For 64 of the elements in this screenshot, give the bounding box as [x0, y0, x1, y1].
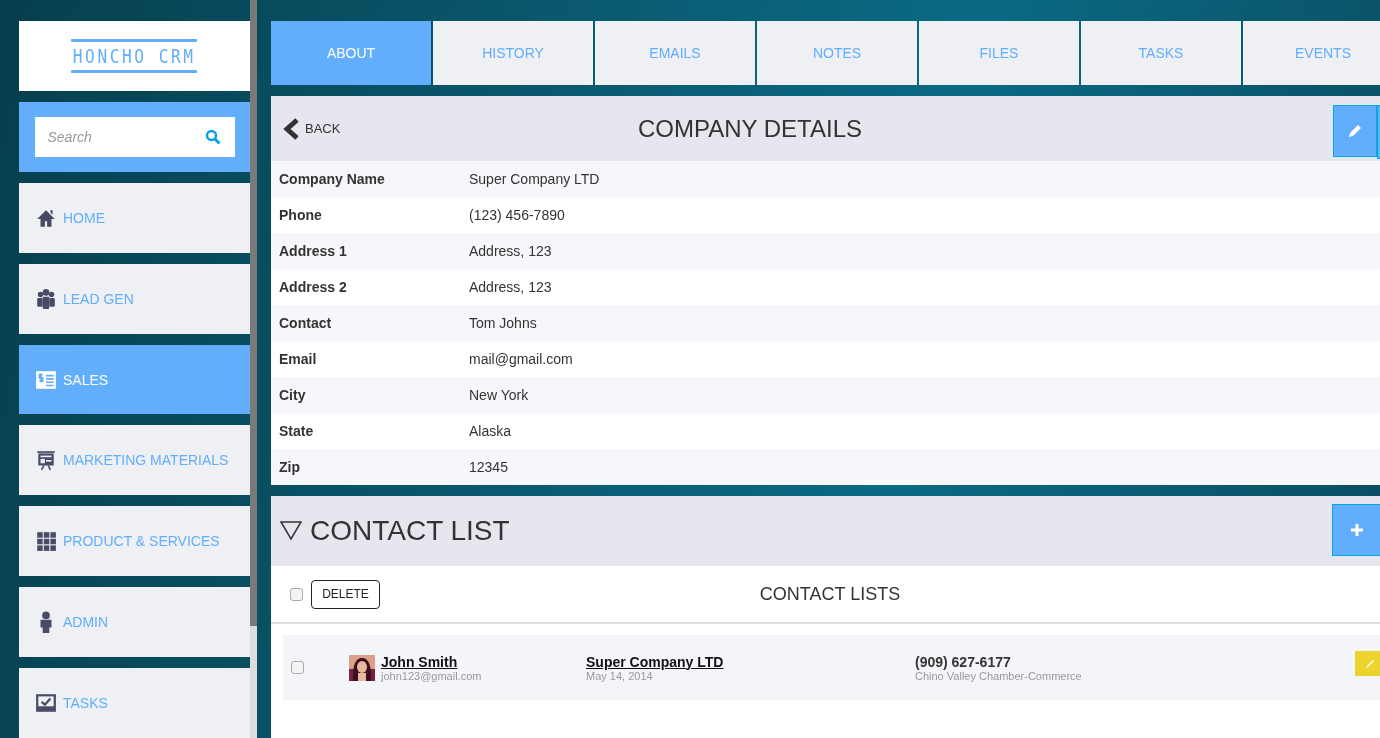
contact-phone: (909) 627-6177: [915, 653, 1012, 670]
tab[interactable]: TASKS: [1081, 21, 1241, 86]
list-title: CONTACT LISTS: [758, 583, 902, 605]
tab[interactable]: EVENTS: [1243, 21, 1380, 86]
tab[interactable]: NOTES: [757, 21, 917, 86]
sidebar-item[interactable]: MARKETING MATERIALS: [19, 425, 250, 496]
field-value: mail@gmail.com: [469, 351, 573, 367]
field-label: Company Name: [278, 171, 386, 187]
tab[interactable]: HISTORY: [433, 21, 593, 86]
people-icon: [35, 287, 57, 310]
search-icon: [204, 128, 221, 145]
sidebar-item[interactable]: LEAD GEN: [19, 263, 250, 334]
field-value: Tom Johns: [469, 315, 537, 331]
back-button[interactable]: BACK: [271, 116, 391, 141]
contact-name-link[interactable]: John Smith: [381, 653, 458, 670]
pencil-icon: [1347, 123, 1363, 140]
chevron-left-icon: [283, 117, 301, 140]
field-label: Email: [278, 351, 318, 367]
tab[interactable]: FILES: [919, 21, 1079, 86]
field-value: 12345: [469, 459, 508, 475]
plus-icon: [1350, 523, 1364, 537]
contact-row[interactable]: John Smith john123@gmail.com Super Company LTD May 14, 2014 (909) 627-6177 Chino Valley Chamber-Commerce: [283, 635, 1380, 700]
field-label: State: [278, 423, 315, 439]
sidebar-item[interactable]: PRODUCT & SERVICES: [19, 506, 250, 577]
sidebar-item[interactable]: ADMIN: [19, 587, 250, 658]
field-label: Zip: [278, 459, 301, 475]
section-title: CONTACT LIST: [310, 515, 510, 547]
field-label: Phone: [278, 207, 323, 223]
contact-organization: Chino Valley Chamber-Commerce: [915, 669, 1082, 682]
collapse-triangle-icon[interactable]: [280, 521, 302, 541]
sidebar-item[interactable]: TASKS: [19, 668, 250, 738]
sidebar-item[interactable]: HOME: [19, 182, 250, 253]
row-checkbox[interactable]: [291, 661, 304, 674]
contact-date: May 14, 2014: [586, 669, 653, 682]
field-label: Contact: [278, 315, 333, 331]
field-value: Super Company LTD: [469, 171, 600, 187]
tab[interactable]: EMAILS: [595, 21, 755, 86]
select-all-checkbox[interactable]: [290, 587, 303, 601]
field-label: Address 2: [278, 279, 348, 295]
field-value: Address, 123: [469, 243, 552, 259]
grid-icon: [35, 530, 57, 553]
delete-button[interactable]: DELETE: [311, 579, 380, 609]
contact-email: john123@gmail.com: [381, 669, 483, 682]
section-title: COMPANY DETAILS: [636, 114, 864, 143]
search-field[interactable]: Search: [34, 116, 199, 157]
search-button[interactable]: [198, 116, 235, 157]
receipt-icon: [35, 368, 57, 391]
edit-button[interactable]: [1355, 651, 1380, 676]
checkbox-icon: [35, 692, 57, 715]
scrollbar[interactable]: [250, 0, 257, 626]
field-label: City: [278, 387, 307, 403]
edit-button[interactable]: [1333, 105, 1377, 158]
field-label: Address 1: [278, 243, 348, 259]
pencil-icon: [1365, 658, 1375, 669]
company-link[interactable]: Super Company LTD: [586, 653, 724, 670]
field-value: (123) 456-7890: [469, 207, 565, 223]
add-button[interactable]: [1332, 504, 1380, 556]
logo: HONCHO CRM: [71, 38, 198, 73]
presentation-board-icon: [35, 449, 57, 472]
sidebar-item[interactable]: SALES: [19, 344, 250, 415]
field-value: Address, 123: [469, 279, 552, 295]
field-value: New York: [469, 387, 529, 403]
field-value: Alaska: [469, 423, 512, 439]
tab[interactable]: ABOUT: [271, 21, 431, 86]
